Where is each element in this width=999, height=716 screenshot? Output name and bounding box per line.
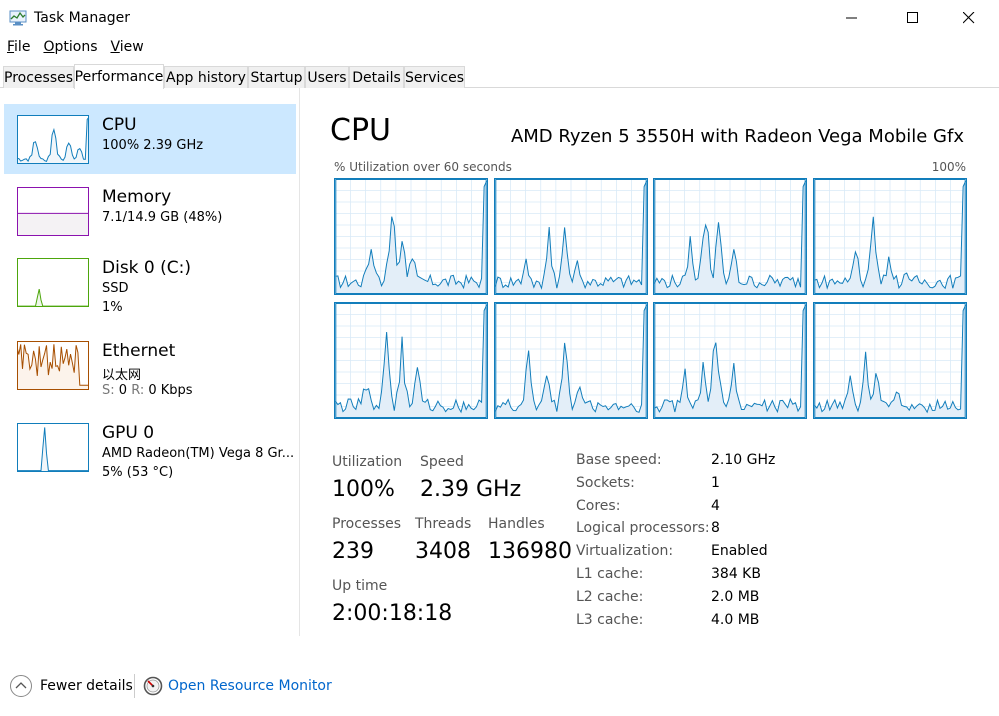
panel-divider [299,88,300,636]
maximize-icon [907,12,918,23]
cpu-detail-panel: CPU AMD Ryzen 5 3550H with Radeon Vega M… [330,88,970,648]
handles-label: Handles [488,516,545,532]
logical-processor-graph [334,302,488,419]
sidebar-item-detail: AMD Radeon(TM) Vega 8 Gr... [102,446,295,461]
tab-startup[interactable]: Startup [248,66,305,88]
spec-value: 2.10 GHz [711,452,776,468]
spec-label: Logical processors: [576,520,710,537]
open-resource-monitor-link[interactable]: Open Resource Monitor [168,678,332,694]
sidebar-item-detail: SSD [102,281,129,296]
sidebar-item-ethernet[interactable]: Ethernet 以太网 S: 0 R: 0 Kbps [4,330,296,400]
tab-performance[interactable]: Performance [74,64,164,89]
sidebar-item-label: Memory [102,187,172,207]
tab-services[interactable]: Services [404,66,465,88]
tab-app-history[interactable]: App history [164,66,248,88]
spec-value: Enabled [711,543,768,560]
logical-processor-graph [812,178,967,295]
spec-value: 2.0 MB [711,588,760,605]
spec-label: L3 cache: [576,611,644,628]
sidebar-item-label: CPU [102,115,137,135]
speed-value: 2.39 GHz [420,477,522,502]
spec-label: Cores: [576,497,621,514]
cpu-model-name: AMD Ryzen 5 3550H with Radeon Vega Mobil… [510,126,964,147]
page-title: CPU [330,113,391,148]
processes-label: Processes [332,516,402,532]
sidebar-item-gpu[interactable]: GPU 0 AMD Radeon(TM) Vega 8 Gr... 5% (53… [4,412,296,482]
window-title: Task Manager [34,10,131,26]
title-bar[interactable]: Task Manager [0,0,999,36]
spec-label: Sockets: [576,474,635,491]
logical-processor-graph [493,178,648,295]
handles-value: 136980 [488,539,572,564]
tab-processes[interactable]: Processes [3,66,74,88]
spec-value: 8 [711,520,720,537]
menu-options[interactable]: Options [36,37,103,59]
footer-bar: Fewer details Open Resource Monitor [0,666,999,706]
uptime-label: Up time [332,578,388,594]
logical-processor-graph [653,302,807,419]
performance-panel: CPU 100% 2.39 GHz Memory 7.1/14.9 GB (48… [0,88,999,656]
spec-label: Virtualization: [576,543,674,560]
chevron-up-icon[interactable] [9,674,33,698]
sidebar-item-label: Disk 0 (C:) [102,258,192,278]
menu-file[interactable]: File [0,37,36,59]
logical-processor-graphs[interactable] [334,178,967,420]
ethernet-thumbnail-graph [17,341,89,390]
logical-processor-graph [653,178,807,295]
sidebar-item-detail: 7.1/14.9 GB (48%) [102,210,223,225]
minimize-icon [846,17,857,19]
spec-label: L2 cache: [576,588,644,605]
processes-value: 239 [332,539,374,564]
spec-value: 1 [711,474,720,491]
spec-value: 384 KB [711,566,761,582]
sidebar-item-detail-2: 5% (53 °C) [102,465,174,480]
maximize-button[interactable] [890,0,936,36]
menu-view[interactable]: View [103,37,149,59]
utilization-label: Utilization [332,454,403,470]
spec-value: 4.0 MB [711,611,760,628]
gpu-thumbnail-graph [17,423,89,472]
sidebar-item-detail-2: 1% [102,300,123,315]
utilization-value: 100% [332,477,395,502]
fewer-details-button[interactable]: Fewer details [40,678,133,694]
tab-users[interactable]: Users [305,66,349,88]
minimize-button[interactable] [829,0,875,36]
logical-processor-graph [812,302,967,419]
footer-separator [134,674,135,698]
menu-bar: File Options View [0,37,150,59]
sidebar-item-detail: 以太网 [102,368,142,383]
uptime-value: 2:00:18:18 [332,601,453,626]
sidebar-item-label: Ethernet [102,341,176,361]
resource-monitor-icon[interactable] [143,676,163,696]
graph-caption: % Utilization over 60 seconds [334,160,512,174]
threads-value: 3408 [415,539,471,564]
cpu-thumbnail-graph [17,115,89,164]
tab-details[interactable]: Details [349,66,404,88]
spec-label: L1 cache: [576,566,644,582]
sidebar-item-memory[interactable]: Memory 7.1/14.9 GB (48%) [4,176,296,246]
close-icon [963,12,975,24]
sidebar-item-detail: 100% 2.39 GHz [102,138,204,153]
spec-value: 4 [711,497,720,514]
task-manager-icon [9,10,27,26]
disk-thumbnail-graph [17,258,89,307]
memory-thumbnail-graph [17,187,89,236]
sidebar-item-label: GPU 0 [102,423,155,443]
close-button[interactable] [946,0,992,36]
graph-max-label: 100% [931,160,966,174]
tab-bar: Processes Performance App history Startu… [0,64,999,89]
sidebar-item-cpu[interactable]: CPU 100% 2.39 GHz [4,104,296,174]
sidebar-item-disk[interactable]: Disk 0 (C:) SSD 1% [4,247,296,317]
sidebar-item-detail-2: S: 0 R: 0 Kbps [102,383,193,398]
logical-processor-graph [334,178,488,295]
logical-processor-graph [493,302,648,419]
threads-label: Threads [415,516,472,532]
spec-label: Base speed: [576,452,662,468]
speed-label: Speed [420,454,464,470]
